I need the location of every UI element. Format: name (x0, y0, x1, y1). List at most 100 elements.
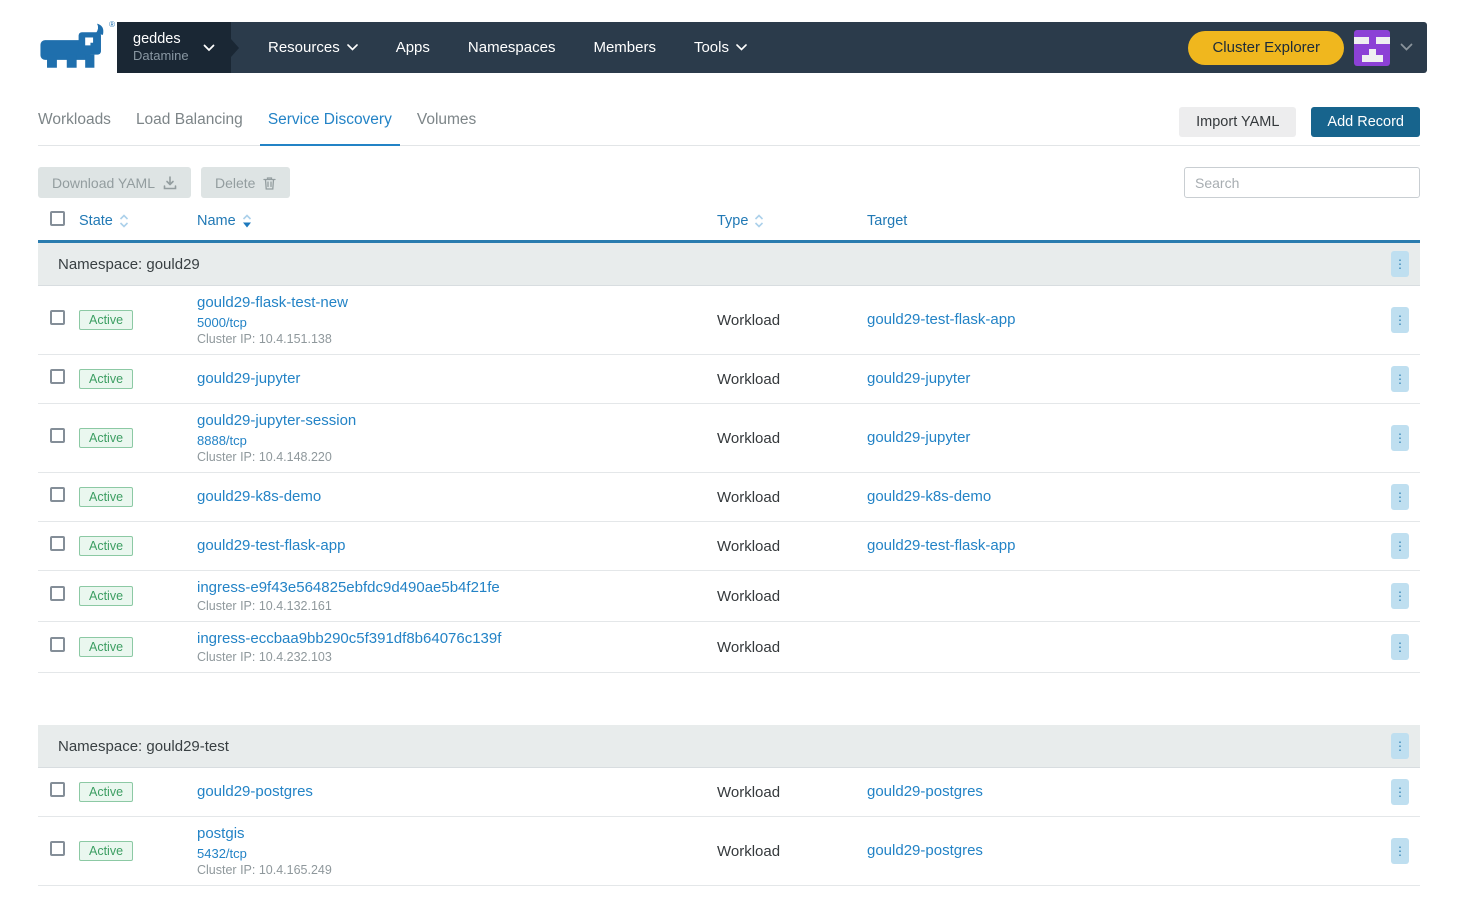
trash-icon (263, 176, 276, 190)
target-link[interactable]: gould29-test-flask-app (867, 311, 1015, 328)
cluster-project-dropdown[interactable]: geddes Datamine (117, 22, 231, 73)
nav-item-members[interactable]: Members (574, 39, 675, 56)
user-avatar[interactable] (1354, 30, 1390, 66)
user-menu-chevron-icon[interactable] (1400, 43, 1413, 52)
row-checkbox[interactable] (50, 428, 65, 443)
row-actions-menu-button[interactable]: ⋮ (1391, 779, 1409, 805)
row-checkbox[interactable] (50, 637, 65, 652)
table-row: Active ingress-eccbaa9bb290c5f391df8b640… (38, 622, 1420, 673)
nav-item-apps[interactable]: Apps (377, 39, 449, 56)
row-checkbox[interactable] (50, 487, 65, 502)
service-type: Workload (717, 843, 867, 860)
service-name-link[interactable]: gould29-jupyter-session (197, 411, 717, 431)
target-link[interactable]: gould29-jupyter (867, 429, 970, 446)
namespace-group-header: Namespace: gould29-test ⋮ (38, 725, 1420, 768)
row-actions-menu-button[interactable]: ⋮ (1391, 484, 1409, 510)
column-header-name[interactable]: Name (197, 213, 717, 229)
row-checkbox[interactable] (50, 536, 65, 551)
status-badge: Active (79, 782, 133, 802)
main-navbar: geddes Datamine Resources Apps Namespace… (117, 22, 1427, 73)
row-checkbox[interactable] (50, 782, 65, 797)
column-label: Name (197, 213, 236, 229)
cluster-explorer-button[interactable]: Cluster Explorer (1188, 31, 1344, 65)
cluster-ip: Cluster IP: 10.4.165.249 (197, 862, 717, 878)
cluster-ip: Cluster IP: 10.4.151.138 (197, 331, 717, 347)
row-actions-menu-button[interactable]: ⋮ (1391, 634, 1409, 660)
table-row: Active gould29-test-flask-app Workload g… (38, 522, 1420, 571)
row-checkbox[interactable] (50, 369, 65, 384)
row-actions-menu-button[interactable]: ⋮ (1391, 366, 1409, 392)
nav-item-label: Tools (694, 39, 729, 56)
download-icon (163, 176, 177, 190)
nav-item-label: Members (593, 39, 656, 56)
service-type: Workload (717, 639, 867, 656)
project-name: Datamine (133, 48, 189, 64)
row-actions-menu-button[interactable]: ⋮ (1391, 425, 1409, 451)
cluster-name: geddes (133, 30, 189, 48)
column-header-type[interactable]: Type (717, 213, 867, 229)
chevron-down-icon (347, 44, 358, 51)
service-name-link[interactable]: gould29-jupyter (197, 369, 717, 389)
group-actions-menu-button[interactable]: ⋮ (1391, 251, 1409, 277)
target-link[interactable]: gould29-test-flask-app (867, 537, 1015, 554)
select-all-checkbox[interactable] (50, 211, 65, 226)
row-checkbox[interactable] (50, 841, 65, 856)
column-label: Type (717, 213, 748, 229)
download-yaml-button[interactable]: Download YAML (38, 167, 191, 198)
tab-volumes[interactable]: Volumes (409, 105, 484, 145)
table-row: Active ingress-e9f43e564825ebfdc9d490ae5… (38, 571, 1420, 622)
nav-item-label: Resources (268, 39, 340, 56)
row-actions-menu-button[interactable]: ⋮ (1391, 307, 1409, 333)
namespace-label: Namespace: gould29-test (58, 738, 1391, 755)
target-link[interactable]: gould29-postgres (867, 783, 983, 800)
rancher-bull-icon (37, 23, 111, 73)
service-name-link[interactable]: postgis (197, 824, 717, 844)
status-badge: Active (79, 637, 133, 657)
service-type: Workload (717, 430, 867, 447)
rancher-logo[interactable]: ® (37, 22, 117, 73)
column-header-target[interactable]: Target (867, 213, 1380, 229)
bulk-actions-toolbar: Download YAML Delete (38, 167, 1420, 198)
table-row: Active gould29-flask-test-new 5000/tcp C… (38, 286, 1420, 355)
target-link[interactable]: gould29-jupyter (867, 370, 970, 387)
chevron-down-icon (736, 44, 747, 51)
tab-load-balancing[interactable]: Load Balancing (128, 105, 251, 145)
service-name-link[interactable]: gould29-k8s-demo (197, 487, 717, 507)
chevron-down-icon (203, 44, 215, 52)
column-label: Target (867, 213, 907, 229)
tab-workloads[interactable]: Workloads (30, 105, 119, 145)
nav-item-tools[interactable]: Tools (675, 39, 766, 56)
nav-item-label: Namespaces (468, 39, 556, 56)
nav-item-label: Apps (396, 39, 430, 56)
service-name-link[interactable]: ingress-e9f43e564825ebfdc9d490ae5b4f21fe (197, 578, 717, 598)
service-name-link[interactable]: gould29-postgres (197, 782, 717, 802)
import-yaml-button[interactable]: Import YAML (1179, 107, 1296, 137)
row-checkbox[interactable] (50, 586, 65, 601)
group-actions-menu-button[interactable]: ⋮ (1391, 733, 1409, 759)
service-port: 5432/tcp (197, 845, 717, 862)
target-link[interactable]: gould29-postgres (867, 842, 983, 859)
service-name-link[interactable]: gould29-test-flask-app (197, 536, 717, 556)
column-header-state[interactable]: State (79, 213, 197, 229)
row-actions-menu-button[interactable]: ⋮ (1391, 583, 1409, 609)
nav-menu: Resources Apps Namespaces Members Tools (249, 22, 1188, 73)
service-name-link[interactable]: ingress-eccbaa9bb290c5f391df8b64076c139f (197, 629, 717, 649)
service-type: Workload (717, 784, 867, 801)
namespace-group-gould29: Namespace: gould29 ⋮ Active gould29-flas… (38, 243, 1420, 673)
nav-item-resources[interactable]: Resources (249, 39, 377, 56)
row-actions-menu-button[interactable]: ⋮ (1391, 838, 1409, 864)
search-input[interactable] (1184, 167, 1420, 198)
add-record-button[interactable]: Add Record (1311, 107, 1420, 137)
service-type: Workload (717, 588, 867, 605)
delete-button[interactable]: Delete (201, 167, 290, 198)
service-name-link[interactable]: gould29-flask-test-new (197, 293, 717, 313)
tab-service-discovery[interactable]: Service Discovery (260, 105, 400, 146)
row-actions-menu-button[interactable]: ⋮ (1391, 533, 1409, 559)
status-badge: Active (79, 369, 133, 389)
service-port: 5000/tcp (197, 314, 717, 331)
target-link[interactable]: gould29-k8s-demo (867, 488, 991, 505)
column-label: State (79, 213, 113, 229)
nav-item-namespaces[interactable]: Namespaces (449, 39, 575, 56)
service-port: 8888/tcp (197, 432, 717, 449)
row-checkbox[interactable] (50, 310, 65, 325)
